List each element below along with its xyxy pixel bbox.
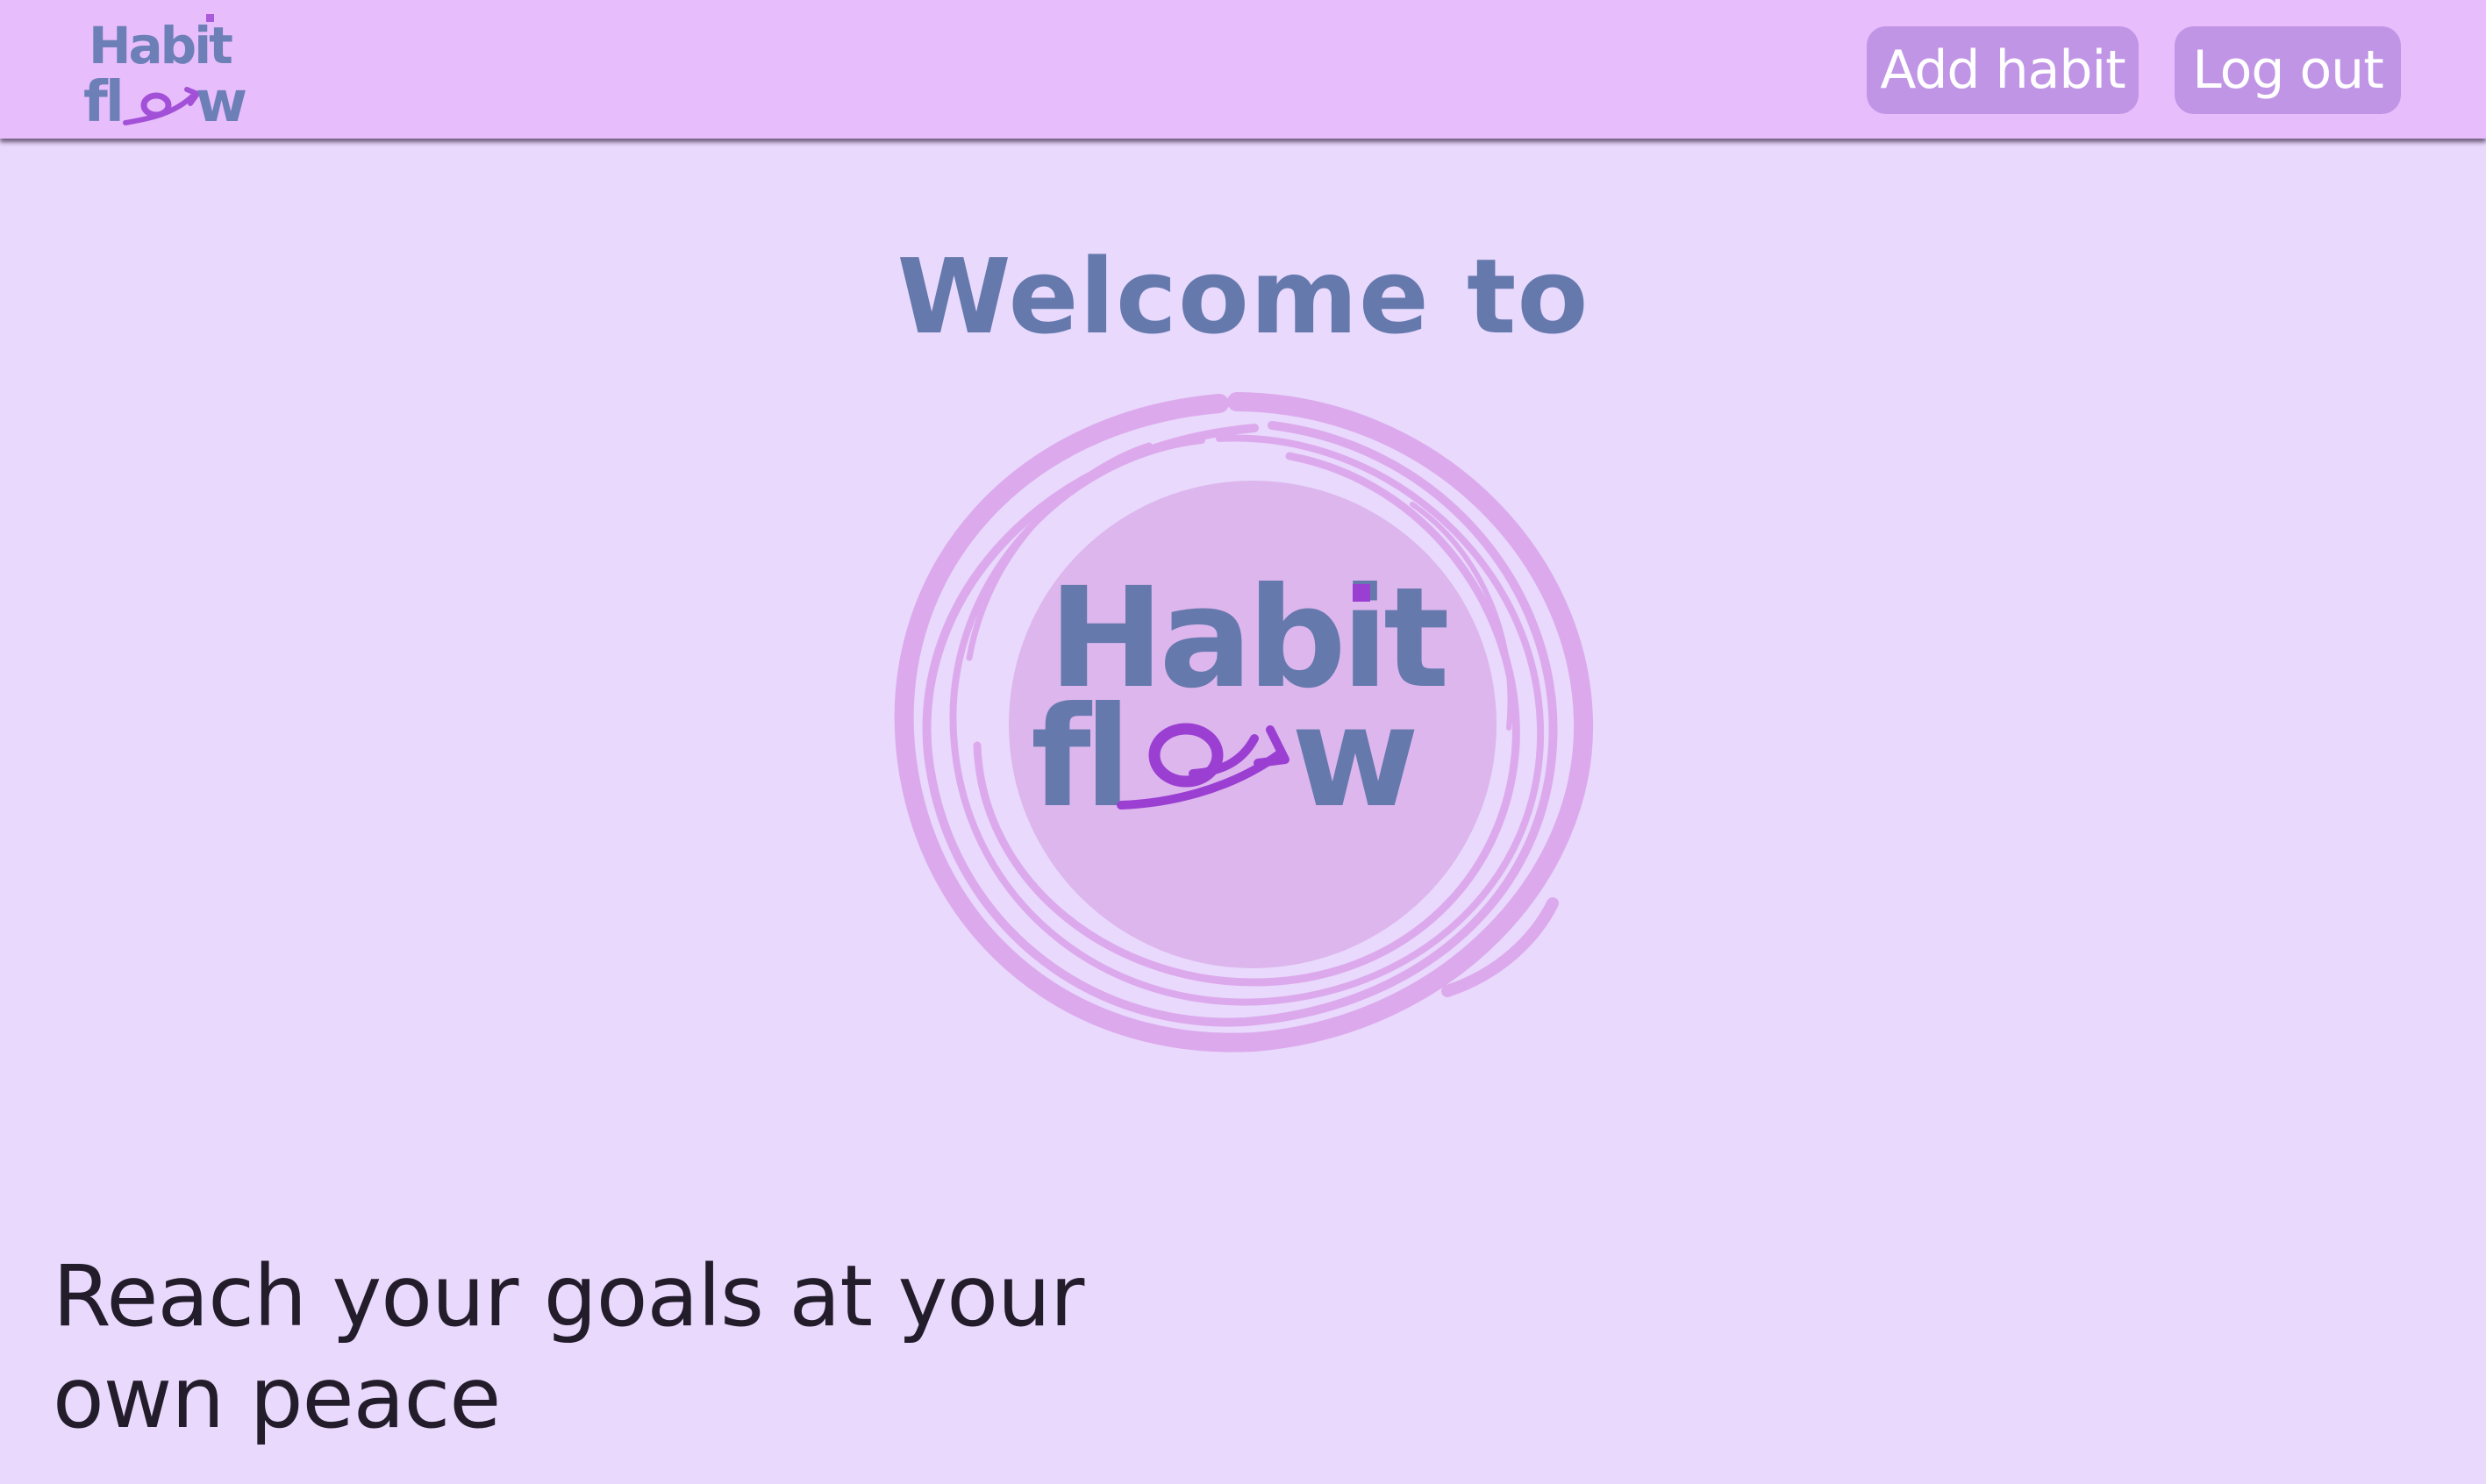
- logo-dot: [206, 14, 214, 22]
- hero-habit-flow-logo: Habit fl w: [894, 392, 1594, 1052]
- tagline-line-2: own peace: [53, 1349, 501, 1447]
- hero-logo-word-w: w: [1291, 677, 1419, 838]
- tagline: Reach your goals at your own peace: [53, 1245, 1193, 1449]
- swirl-o-icon: [123, 87, 200, 125]
- welcome-heading: Welcome to: [897, 236, 1589, 357]
- tagline-line-1: Reach your goals at your: [53, 1247, 1084, 1345]
- logo-word-habit: Habit: [89, 16, 232, 75]
- hero-logo-dot: [1353, 584, 1370, 602]
- logout-button[interactable]: Log out: [2175, 26, 2401, 114]
- logo-word-fl: fl: [83, 70, 122, 128]
- top-navbar: Habit fl w Add habit Log out: [0, 0, 2486, 139]
- hero-logo-word-fl: fl: [1031, 677, 1125, 838]
- logo-word-w: w: [196, 70, 247, 128]
- add-habit-button[interactable]: Add habit: [1867, 26, 2139, 114]
- habit-flow-logo[interactable]: Habit fl w: [83, 12, 268, 128]
